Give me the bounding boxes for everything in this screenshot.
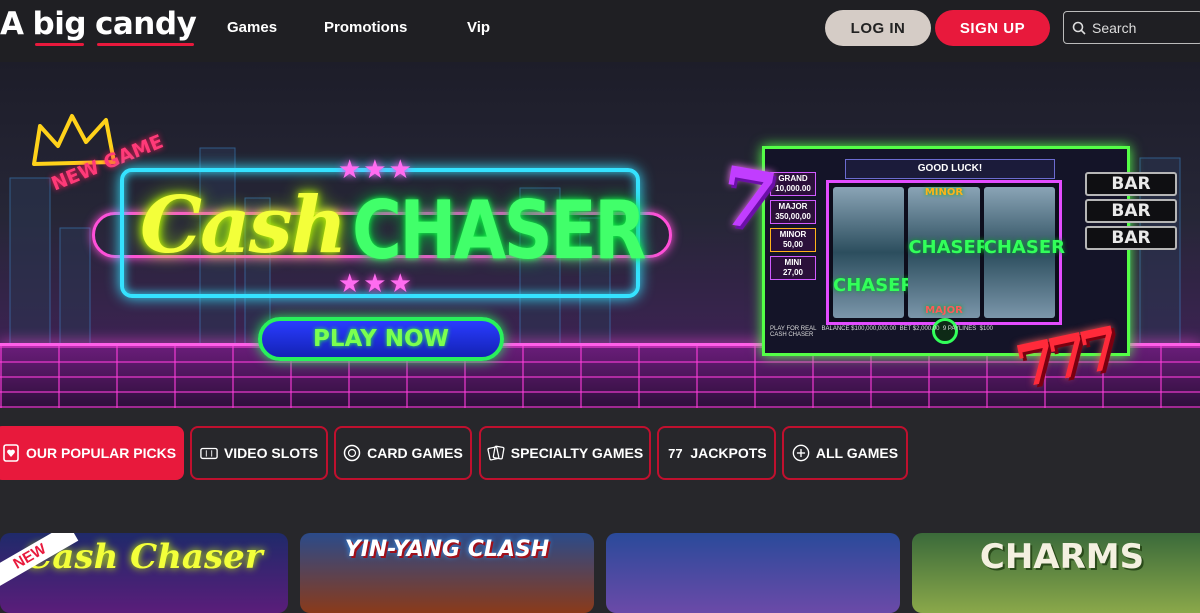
tab-label: VIDEO SLOTS (223, 445, 319, 461)
tab-label: OUR POPULAR PICKS (25, 445, 177, 461)
logo-word-a: A (0, 6, 24, 42)
tab-card-games[interactable]: CARD GAMES (334, 426, 472, 480)
site-header: A big candy Games Promotions Vip LOG IN … (0, 0, 1200, 62)
jackpot-major: MAJOR 350,00,00 (770, 200, 816, 224)
login-button[interactable]: LOG IN (825, 10, 931, 46)
tab-all-games[interactable]: ALL GAMES (782, 426, 908, 480)
game-tile-cash-chaser[interactable]: Cash Chaser NEW (0, 533, 288, 613)
neon-stars-top: ★★★ (338, 154, 414, 184)
nav-promotions[interactable]: Promotions (324, 19, 407, 36)
logo-word-candy: candy (95, 6, 197, 46)
reel-symbol: MAJOR (925, 305, 963, 316)
jackpot-mini: MINI 27,00 (770, 256, 816, 280)
tab-specialty-games[interactable]: SPECIALTY GAMES (479, 426, 651, 480)
hero-banner[interactable]: NEW GAME ★★★ ★★★ Cash CHASER PLAY NOW GO… (0, 62, 1200, 408)
tab-video-slots[interactable]: VIDEO SLOTS (190, 426, 328, 480)
bar-symbol: BAR (1085, 226, 1177, 250)
signup-button[interactable]: SIGN UP (935, 10, 1050, 46)
reel-symbol: CHASER (983, 237, 1065, 258)
reel-2: MINOR CHASER MAJOR (908, 187, 990, 318)
game-tile-charms[interactable]: CHARMS (912, 533, 1200, 613)
game-tile-title: YIN-YANG CLASH (344, 537, 550, 562)
heart-card-icon (2, 444, 20, 462)
search-placeholder: Search (1092, 19, 1137, 36)
plus-circle-icon (792, 444, 810, 462)
tab-label: ALL GAMES (815, 445, 899, 461)
search-icon (1072, 21, 1086, 35)
site-logo[interactable]: A big candy (0, 6, 205, 50)
slot-message: GOOD LUCK! (845, 159, 1055, 179)
logo-underline (97, 43, 195, 46)
game-tile-wizard[interactable] (606, 533, 900, 613)
sevens-icon: 77 (668, 445, 683, 461)
bar-symbols: BAR BAR BAR (1085, 172, 1177, 253)
play-now-button[interactable]: PLAY NOW (258, 317, 504, 361)
tab-jackpots[interactable]: 77 JACKPOTS (657, 426, 776, 480)
game-tile-yin-yang-clash[interactable]: YIN-YANG CLASH (300, 533, 594, 613)
machine-footer: PLAY FOR REAL BALANCE $100,000,000.00 BE… (770, 326, 994, 338)
game-tile-title: CHARMS (979, 537, 1145, 577)
reel-3: CHASER (983, 187, 1065, 318)
bar-symbol: BAR (1085, 172, 1177, 196)
cards-icon (487, 444, 505, 462)
tab-label: SPECIALTY GAMES (510, 445, 644, 461)
slot-machine-icon (200, 444, 218, 462)
search-input[interactable]: Search (1063, 11, 1200, 44)
tab-label: CARD GAMES (367, 445, 463, 461)
reel-symbol: CHASER (908, 237, 990, 258)
slot-reels: CHASER MINOR CHASER MAJOR CHASER (826, 180, 1065, 325)
bar-symbol: BAR (1085, 199, 1177, 223)
banner-title-cash: Cash (140, 180, 347, 271)
tab-popular-picks[interactable]: OUR POPULAR PICKS (0, 426, 184, 480)
nav-games[interactable]: Games (227, 19, 277, 36)
nav-vip[interactable]: Vip (467, 19, 490, 36)
logo-word-big: big (33, 6, 87, 46)
reel-symbol: CHASER (833, 275, 915, 296)
jackpot-minor: MINOR 50,00 (770, 228, 816, 252)
reel-1: CHASER (833, 187, 915, 318)
tab-label: JACKPOTS (690, 445, 767, 461)
banner-title-chaser: CHASER (352, 184, 646, 277)
poker-chip-icon (343, 444, 361, 462)
reel-symbol: MINOR (924, 187, 964, 198)
logo-underline (34, 43, 85, 46)
